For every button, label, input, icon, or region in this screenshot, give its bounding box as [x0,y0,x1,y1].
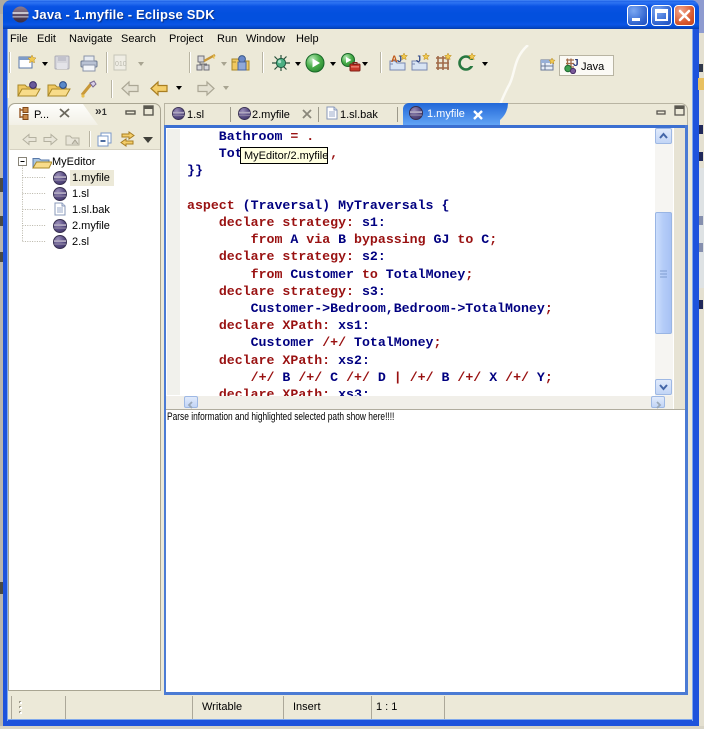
svg-text:J: J [573,58,579,69]
svg-text:J: J [416,54,421,64]
svg-text:010: 010 [115,61,127,68]
